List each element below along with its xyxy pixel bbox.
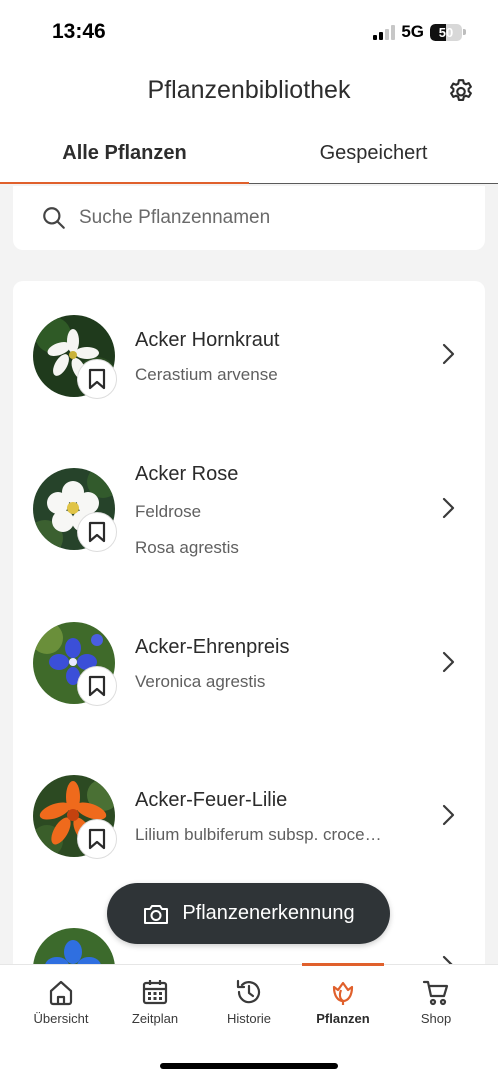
plant-latin-name: Veronica agrestis <box>135 672 266 691</box>
plant-name: Acker Rose <box>135 463 239 485</box>
plant-common-name: Feldrose <box>135 502 202 521</box>
bookmark-button[interactable] <box>77 819 117 859</box>
chevron-right-icon <box>442 497 455 519</box>
search-icon <box>43 207 65 229</box>
chevron-right-icon <box>442 955 453 964</box>
status-indicators: 5G 50 <box>373 22 466 42</box>
battery-level: 50 <box>438 24 454 40</box>
plant-latin-name: Lilium bulbiferum subsp. croce… <box>135 825 382 844</box>
camera-icon <box>144 904 169 924</box>
fab-label: Pflanzenerkennung <box>182 902 355 924</box>
plant-row[interactable]: Acker-Ehrenpreis Veronica agrestis <box>13 581 485 731</box>
nav-label: Historie <box>226 1011 272 1026</box>
plant-row[interactable]: Acker Hornkraut Cerastium arvense <box>13 281 485 431</box>
chevron-right-icon <box>442 651 455 673</box>
plant-image <box>33 928 115 964</box>
gear-icon <box>450 79 472 101</box>
plant-identification-button[interactable]: Pflanzenerkennung <box>107 883 390 944</box>
page-title: Pflanzenbibliothek <box>147 76 351 104</box>
plant-row[interactable]: Acker-Feuer-Lilie Lilium bulbiferum subs… <box>13 734 485 884</box>
plant-name: Acker-Ehrenpreis <box>135 636 290 658</box>
tab-gespeichert[interactable]: Gespeichert <box>249 126 498 183</box>
nav-item-shop[interactable]: Shop <box>396 965 476 1026</box>
nav-label: Shop <box>420 1011 452 1026</box>
plant-latin-name: Rosa agrestis <box>135 538 239 557</box>
bookmark-icon <box>88 828 106 850</box>
plant-list: Acker Hornkraut Cerastium arvense Acker … <box>13 281 485 964</box>
tab-alle-pflanzen[interactable]: Alle Pflanzen <box>0 126 249 185</box>
home-icon <box>49 980 73 1006</box>
bookmark-button[interactable] <box>77 512 117 552</box>
history-icon <box>236 979 261 1004</box>
bookmark-button[interactable] <box>77 359 117 399</box>
status-time: 13:46 <box>52 20 106 43</box>
battery-icon: 50 <box>430 23 466 41</box>
home-indicator <box>160 1063 338 1069</box>
chevron-right-icon <box>442 804 455 826</box>
app-header: Pflanzenbibliothek <box>0 64 498 120</box>
bookmark-icon <box>88 675 106 697</box>
signal-icon <box>373 24 396 40</box>
plant-row[interactable]: Acker Rose Feldrose Rosa agrestis <box>13 431 485 581</box>
chevron-right-icon <box>442 343 455 365</box>
bookmark-icon <box>88 368 106 390</box>
nav-item-pflanzen[interactable]: Pflanzen <box>303 965 383 1026</box>
cart-icon <box>422 980 449 1006</box>
plant-latin-name: Cerastium arvense <box>135 365 278 384</box>
nav-label: Zeitplan <box>131 1011 179 1026</box>
search-bar <box>13 186 485 250</box>
nav-label: Pflanzen <box>316 1011 370 1026</box>
tab-bar: Alle Pflanzen Gespeichert <box>0 126 498 185</box>
network-type: 5G <box>401 22 424 41</box>
nav-item-zeitplan[interactable]: Zeitplan <box>115 965 195 1026</box>
bookmark-button[interactable] <box>77 666 117 706</box>
search-input[interactable] <box>79 207 439 229</box>
plant-name: Acker-Feuer-Lilie <box>135 789 288 811</box>
calendar-icon <box>142 980 168 1005</box>
bookmark-icon <box>88 521 106 543</box>
nav-label: Übersicht <box>33 1011 89 1026</box>
plant-name: Acker Hornkraut <box>135 329 280 351</box>
tulip-icon <box>332 981 354 1005</box>
settings-button[interactable] <box>446 77 476 107</box>
nav-item-uebersicht[interactable]: Übersicht <box>21 965 101 1026</box>
status-bar: 13:46 5G 50 <box>0 0 498 64</box>
nav-item-historie[interactable]: Historie <box>209 965 289 1026</box>
